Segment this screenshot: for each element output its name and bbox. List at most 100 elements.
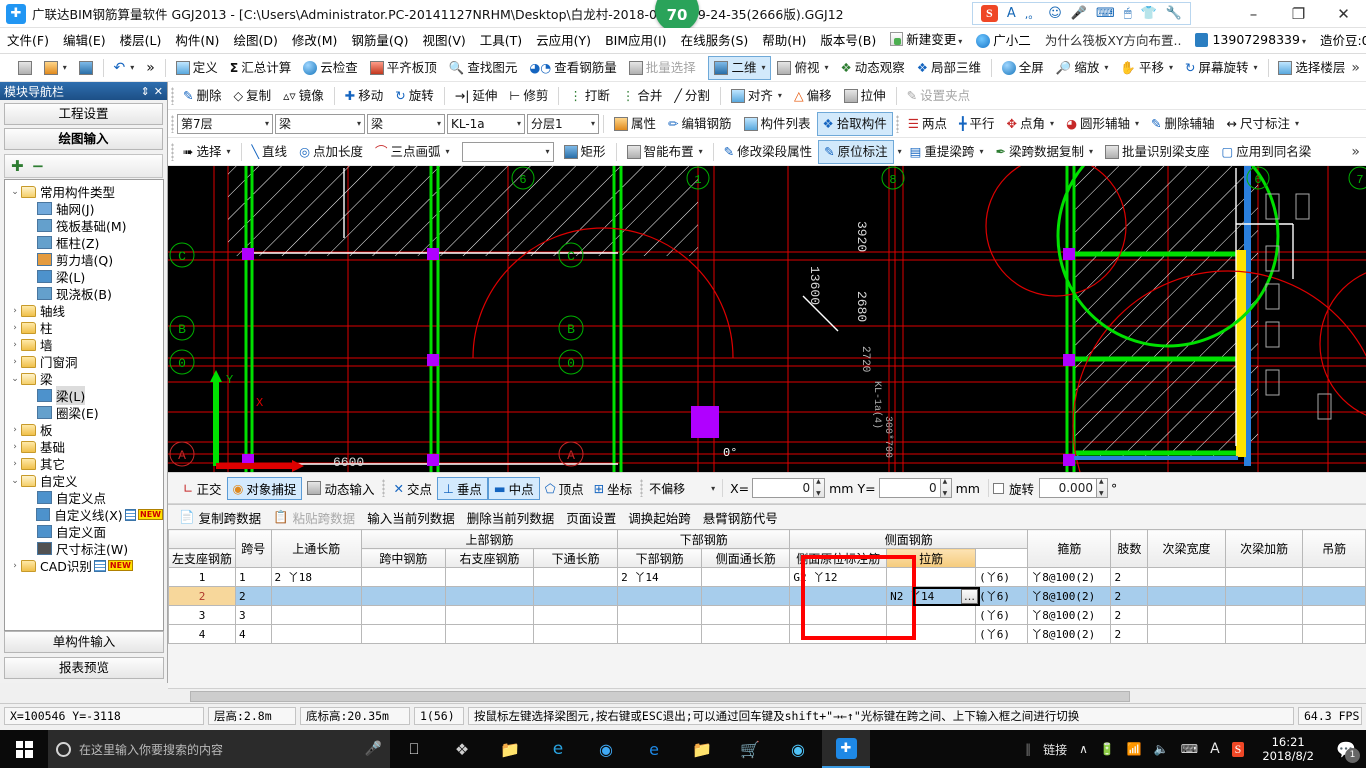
col-group-header[interactable]: 箍筋 [1027,529,1112,568]
align-button[interactable]: 对齐 ▾ [725,84,788,108]
ime-tools-icon[interactable]: 🔧 [1166,6,1182,21]
properties-button[interactable]: 属性 [608,112,662,136]
col-group-header[interactable]: 上部钢筋 [360,529,619,549]
cell-sec_add[interactable] [1224,605,1304,625]
ime-keyboard-icon[interactable]: ⌨ [1096,6,1115,21]
volume-icon[interactable]: 🔈 [1154,742,1169,756]
menu-view[interactable]: 视图(V) [415,28,472,54]
cell-legs[interactable]: 2 [1110,567,1149,587]
menu-modify[interactable]: 修改(M) [285,28,345,54]
drawing-input-button[interactable]: 绘图输入 [4,128,163,150]
new-change-button[interactable]: 新建变更 ▾ [883,27,969,55]
cell-bot_through[interactable] [617,586,703,606]
copy-span-data-grid-button[interactable]: 📄 复制跨数据 [174,506,266,529]
component-list-button[interactable]: 构件列表 [738,112,817,136]
perpendicular-snap-toggle[interactable]: ⊥ 垂点 [436,476,488,500]
table-row[interactable]: 2 2 N2 丫14 (丫6) 丫8@100(2) 2 [167,586,1366,606]
notification-center-button[interactable]: 💬 1 [1326,730,1366,768]
move-button[interactable]: ✚ 移动 [339,84,390,108]
cell-right_support[interactable] [533,624,619,644]
taskbar-search-box[interactable]: 在这里输入你要搜索的内容 🎤 [48,730,390,768]
tree-node-21[interactable]: 尺寸标注(W) [5,540,163,557]
link-label[interactable]: 链接 [1043,741,1067,758]
pan-button[interactable]: ✋ 平移 ▾ [1114,56,1179,80]
cell-hanger[interactable] [1302,624,1366,644]
cell-side_through[interactable] [789,586,888,606]
coordinate-snap-toggle[interactable]: ⊞ 坐标 [589,477,638,500]
mirror-button[interactable]: ▵▿ 镜像 [277,84,330,108]
offset-mode-select[interactable]: 不偏移 ▾ [646,478,718,498]
tree-node-14[interactable]: › 板 [5,421,163,438]
ortho-toggle[interactable]: ∟ 正交 [178,477,227,500]
cell-sec_add[interactable] [1224,586,1304,606]
task-view-button[interactable]: ⎕ [390,730,438,768]
cell-sec_width[interactable] [1147,605,1226,625]
menu-floor[interactable]: 楼层(L) [113,28,169,54]
cell-side_inplace[interactable] [886,605,977,625]
col-header[interactable]: 下部钢筋 [617,548,703,568]
component-name-select[interactable]: KL-1a ▾ [447,113,525,134]
report-preview-button[interactable]: 报表预览 [4,657,164,679]
beans-counter[interactable]: 造价豆:0 [1313,28,1366,54]
close-button[interactable]: ✕ [1321,0,1366,28]
app-edge[interactable]: e [534,730,582,768]
category-select[interactable]: 梁 ▾ [275,113,365,134]
chevron-right-icon[interactable]: › [9,561,21,571]
cell-side_inplace[interactable] [886,624,977,644]
cell-sec_add[interactable] [1224,567,1304,587]
find-element-button[interactable]: 🔍 查找图元 [443,56,524,80]
pin-icon[interactable]: ⇕ [141,85,150,98]
cell-span_no[interactable]: 2 [235,586,272,606]
cell-bot_bar[interactable] [701,605,791,625]
menu-version[interactable]: 版本号(B) [813,28,883,54]
ime-voice-icon[interactable]: 🎤 [1071,6,1087,21]
chevron-right-icon[interactable]: › [9,425,21,435]
select-tool-button[interactable]: ➠ 选择 ▾ [177,140,237,164]
rectangle-tool-button[interactable]: 矩形 [558,140,612,164]
col-group-header[interactable]: 吊筋 [1302,529,1366,568]
menu-file[interactable]: 文件(F) [0,28,56,54]
scroll-thumb[interactable] [190,690,1130,702]
menu-component[interactable]: 构件(N) [168,28,226,54]
span-data-table[interactable]: 跨号 上通长筋 上部钢筋 下部钢筋 侧面钢筋 箍筋 肢数 次梁宽度 次梁加筋 吊筋 左支座钢筋 跨中钢… [167,529,1366,644]
cloud-check-button[interactable]: 云检查 [297,56,364,80]
type-select[interactable]: 梁 ▾ [367,113,445,134]
input-current-column-button[interactable]: 输入当前列数据 [362,506,460,529]
y-spinner[interactable] [940,478,952,498]
circular-axis-button[interactable]: ◕ 圆形辅轴 ▾ [1060,112,1145,136]
col-group-header[interactable]: 下部钢筋 [617,529,791,549]
copy-span-data-button[interactable]: ✒ 梁跨数据复制 ▾ [989,140,1099,164]
wifi-icon[interactable]: 📶 [1127,742,1142,756]
page-setup-button[interactable]: 页面设置 [561,506,621,529]
select-floor-button[interactable]: 选择楼层 [1272,56,1351,80]
inplace-dropdown[interactable]: ▾ [894,140,904,164]
col-header[interactable]: 跨中钢筋 [360,548,446,568]
cell-side_through[interactable] [789,624,888,644]
intersect-snap-toggle[interactable]: ✕ 交点 [388,477,437,500]
cell-span_no[interactable]: 1 [235,567,272,587]
cell-sec_width[interactable] [1147,624,1226,644]
cell-sec_width[interactable] [1147,567,1226,587]
app-ie[interactable]: ◉ [582,730,630,768]
align-slab-top-button[interactable]: 平齐板顶 [364,56,443,80]
fullscreen-button[interactable]: 全屏 [996,56,1050,80]
ime-toolbar[interactable]: S A ,。 ☺ 🎤 ⌨ 🖱 👕 🔧 [971,2,1191,25]
cell-right_support[interactable] [533,605,619,625]
cell-mid[interactable] [444,605,535,625]
swap-start-span-button[interactable]: 调换起始跨 [623,506,696,529]
batch-select-button[interactable]: 批量选择 [623,56,702,80]
remove-icon[interactable]: − [32,157,45,175]
cantilever-code-button[interactable]: 悬臂钢筋代号 [698,506,783,529]
pick-component-button[interactable]: ❖ 拾取构件 [816,111,893,136]
draw-mode-select[interactable]: ▾ [461,141,554,162]
col-header[interactable]: 拉筋 [886,548,977,568]
define-button[interactable]: 定义 [170,56,224,80]
cell-span_no[interactable]: 4 [235,624,272,644]
layer-select[interactable]: 分层1 ▾ [527,113,599,134]
rotate-spinner[interactable] [1096,478,1108,498]
y-input[interactable]: 0 [878,478,941,498]
ime-skin-icon[interactable]: 👕 [1141,6,1157,21]
col-header[interactable]: 侧面原位标注筋 [789,548,888,568]
dimension-button[interactable]: ↔ 尺寸标注 ▾ [1221,112,1306,136]
cell-bot_bar[interactable] [701,567,791,587]
